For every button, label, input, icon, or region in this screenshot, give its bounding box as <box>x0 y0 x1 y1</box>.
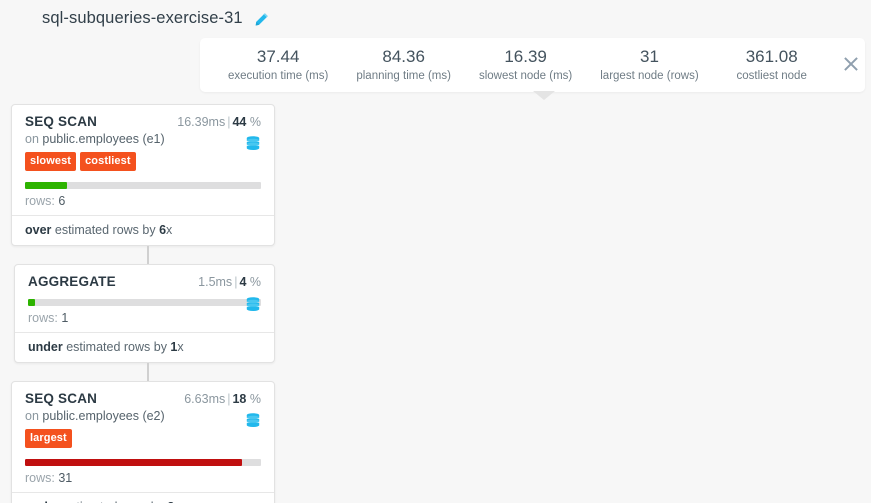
node-subtitle-prefix: on <box>25 409 43 423</box>
stat-costliest-node: 361.08 costliest node <box>713 47 831 84</box>
close-icon[interactable] <box>841 54 863 76</box>
plan-node-wrapper: AGGREGATE 1.5ms | 4 % rows: 1 under esti… <box>14 264 275 363</box>
node-estimate-footer: under estimated rows by 3x <box>12 492 274 503</box>
plan-tree: SEQ SCAN 16.39ms | 44 % on public.employee… <box>0 104 300 503</box>
stat-label: largest node (rows) <box>600 69 699 82</box>
panel-arrow-icon <box>533 91 555 100</box>
database-icon[interactable] <box>246 136 260 151</box>
node-estimate-direction: under <box>28 340 63 354</box>
node-percent-symbol: % <box>249 392 261 406</box>
node-connector-line <box>147 363 149 381</box>
node-estimate-text: estimated rows by <box>51 223 160 237</box>
node-badges: slowest costliest <box>25 152 261 171</box>
stat-planning-time: 84.36 planning time (ms) <box>342 47 465 84</box>
status-badge-largest[interactable]: largest <box>25 429 72 448</box>
stat-value: 31 <box>640 46 659 66</box>
node-percent-symbol: % <box>249 115 261 129</box>
database-icon[interactable] <box>246 413 260 428</box>
plan-stats-panel: 37.44 execution time (ms) 84.36 planning… <box>200 38 865 92</box>
stat-value: 84.36 <box>382 46 425 66</box>
node-type-label: SEQ SCAN <box>25 391 98 406</box>
node-rows-label: rows: <box>28 311 62 325</box>
stat-label: costliest node <box>736 69 807 82</box>
node-connector-line <box>147 246 149 264</box>
plan-node-wrapper: SEQ SCAN 6.63ms | 18 % on public.employees… <box>11 381 275 503</box>
node-estimate-footer: under estimated rows by 1x <box>15 332 274 362</box>
node-card-body: AGGREGATE 1.5ms | 4 % rows: 1 <box>15 265 274 332</box>
node-type-label: AGGREGATE <box>28 274 116 289</box>
status-badge-costliest[interactable]: costliest <box>80 152 136 171</box>
stat-largest-node: 31 largest node (rows) <box>586 47 712 84</box>
page-title: sql-subqueries-exercise-31 <box>42 8 243 27</box>
node-timing: 16.39ms | 44 % <box>177 115 261 129</box>
stat-value: 37.44 <box>256 46 300 66</box>
stat-label: planning time (ms) <box>356 69 451 82</box>
connector-wrapper <box>0 363 300 381</box>
node-rows-progress-fill <box>25 459 243 466</box>
stat-label: execution time (ms) <box>228 69 329 82</box>
node-time-value: 6.63ms <box>184 392 226 406</box>
node-estimate-multiplier: 6 <box>159 223 167 237</box>
plan-node-card[interactable]: SEQ SCAN 6.63ms | 18 % on public.employees… <box>11 381 275 503</box>
stat-execution-time: 37.44 execution time (ms) <box>214 47 342 84</box>
node-rows-progress-track <box>25 459 261 466</box>
node-timing: 6.63ms | 18 % <box>184 392 261 406</box>
node-timing: 1.5ms | 4 % <box>198 275 261 289</box>
node-card-head: AGGREGATE 1.5ms | 4 % <box>28 274 261 289</box>
node-subtitle: on public.employees (e1) <box>25 132 261 146</box>
node-time-value: 1.5ms <box>198 275 233 289</box>
node-type-label: SEQ SCAN <box>25 114 98 129</box>
stat-value: 16.39 <box>504 46 547 66</box>
stat-label: slowest node (ms) <box>478 69 573 82</box>
node-rows-line: rows: 6 <box>25 194 261 215</box>
node-rows-line: rows: 1 <box>28 311 261 332</box>
database-icon[interactable] <box>246 297 260 312</box>
connector-wrapper <box>0 246 300 264</box>
node-percent-value: 44 <box>232 115 247 129</box>
node-rows-progress-fill <box>28 299 35 306</box>
status-badge-slowest[interactable]: slowest <box>25 152 77 171</box>
node-card-body: SEQ SCAN 6.63ms | 18 % on public.employees… <box>12 382 274 492</box>
node-relation-name: public.employees (e2) <box>42 409 165 423</box>
node-estimate-direction: over <box>25 223 52 237</box>
node-estimate-suffix: x <box>166 223 173 237</box>
node-rows-value: 31 <box>58 471 73 485</box>
node-card-body: SEQ SCAN 16.39ms | 44 % on public.employee… <box>12 105 274 215</box>
node-rows-value: 1 <box>61 311 69 325</box>
node-estimate-footer: over estimated rows by 6x <box>12 215 274 245</box>
node-time-value: 16.39ms <box>177 115 226 129</box>
node-rows-line: rows: 31 <box>25 471 261 492</box>
node-estimate-suffix: x <box>177 340 184 354</box>
node-rows-progress-track <box>25 182 261 189</box>
node-percent-value: 18 <box>232 392 247 406</box>
node-card-head: SEQ SCAN 16.39ms | 44 % <box>25 114 261 129</box>
stat-slowest-node: 16.39 slowest node (ms) <box>465 47 586 84</box>
node-rows-value: 6 <box>58 194 66 208</box>
node-rows-label: rows: <box>25 471 59 485</box>
plan-node-card[interactable]: AGGREGATE 1.5ms | 4 % rows: 1 under esti… <box>14 264 275 363</box>
plan-node-card[interactable]: SEQ SCAN 16.39ms | 44 % on public.employee… <box>11 104 275 246</box>
node-badges: largest <box>25 429 261 448</box>
node-subtitle: on public.employees (e2) <box>25 409 261 423</box>
node-rows-progress-fill <box>25 182 68 189</box>
node-percent-value: 4 <box>239 275 247 289</box>
node-subtitle-prefix: on <box>25 132 43 146</box>
node-card-head: SEQ SCAN 6.63ms | 18 % <box>25 391 261 406</box>
plan-header: sql-subqueries-exercise-31 <box>0 0 871 36</box>
node-rows-label: rows: <box>25 194 59 208</box>
stats-list: 37.44 execution time (ms) 84.36 planning… <box>210 47 831 84</box>
stat-value: 361.08 <box>745 46 798 66</box>
node-rows-progress-track <box>28 299 261 306</box>
node-percent-symbol: % <box>249 275 261 289</box>
node-relation-name: public.employees (e1) <box>42 132 165 146</box>
pencil-icon[interactable] <box>254 12 269 27</box>
plan-node-wrapper: SEQ SCAN 16.39ms | 44 % on public.employee… <box>11 104 275 246</box>
node-estimate-text: estimated rows by <box>62 340 171 354</box>
